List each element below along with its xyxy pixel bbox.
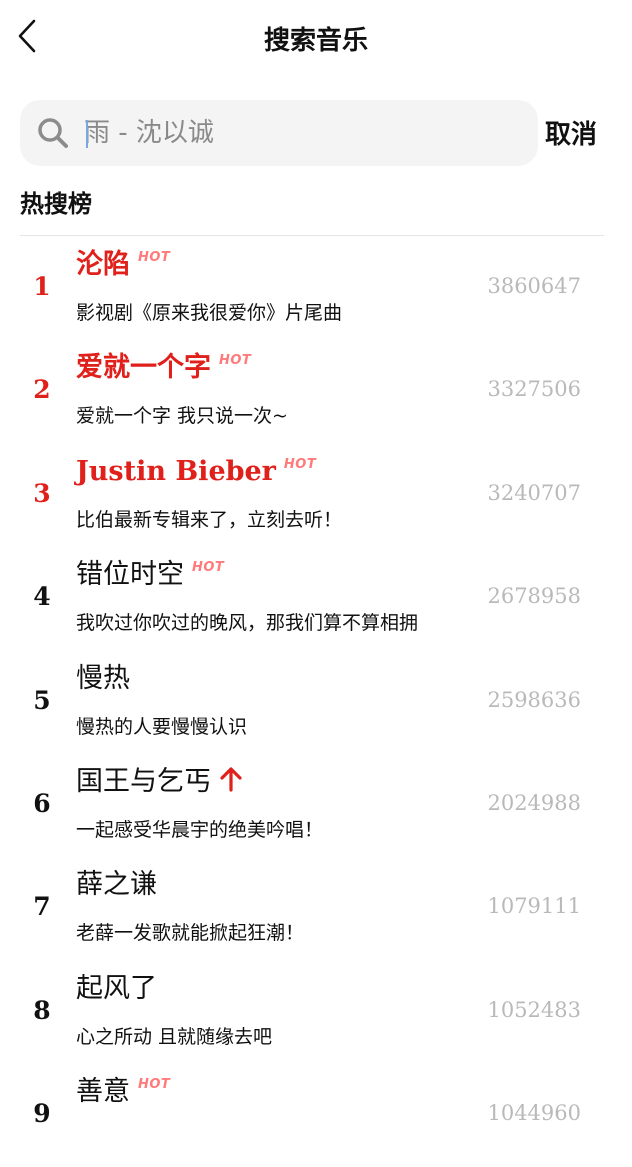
hot-search-item[interactable]: 8 起风了心之所动 且就随缘去吧 1052483 bbox=[0, 960, 632, 1063]
hot-search-item[interactable]: 4 错位时空 HOT 我吹过你吹过的晚风，那我们算不算相拥 2678958 bbox=[0, 546, 632, 649]
hot-search-item[interactable]: 9 善意 HOT 1044960 bbox=[0, 1063, 632, 1166]
up-arrow-icon bbox=[220, 767, 242, 792]
hot-search-item[interactable]: 2 爱就一个字 HOT 爱就一个字 我只说一次~ 3327506 bbox=[0, 339, 632, 442]
song-title-line: 起风了 bbox=[76, 972, 157, 1008]
hot-badge: HOT bbox=[138, 250, 171, 265]
song-title-line: 慢热 bbox=[76, 662, 130, 698]
song-description: 慢热的人要慢慢认识 bbox=[76, 715, 248, 738]
hot-badge: HOT bbox=[192, 560, 225, 576]
text-caret bbox=[86, 120, 88, 148]
rank-number: 5 bbox=[33, 685, 51, 715]
cancel-button[interactable]: 取消 bbox=[545, 114, 597, 151]
hot-search-item[interactable]: 5 慢热慢热的人要慢慢认识 2598636 bbox=[0, 650, 632, 753]
hot-search-item[interactable]: 1 沦陷 HOT 影视剧《原来我很爱你》片尾曲 3860647 bbox=[0, 236, 632, 339]
hot-badge: HOT bbox=[138, 1077, 171, 1093]
hot-search-list: 1 沦陷 HOT 影视剧《原来我很爱你》片尾曲 3860647 2 爱就一个字 HOT 爱就一个… bbox=[0, 236, 632, 1167]
song-title-line: 沦陷 HOT bbox=[76, 248, 170, 284]
song-description: 老薛一发歌就能掀起狂潮！ bbox=[76, 922, 305, 945]
search-count: 3327506 bbox=[487, 377, 581, 402]
song-title-line: 国王与乞丐 bbox=[76, 765, 243, 801]
song-name: 爱就一个字 bbox=[76, 352, 211, 384]
song-name: 错位时空 bbox=[76, 559, 184, 591]
search-count: 3860647 bbox=[487, 274, 581, 298]
hot-badge: HOT bbox=[219, 353, 252, 369]
rank-number: 9 bbox=[33, 1099, 51, 1129]
search-count: 1079111 bbox=[487, 894, 581, 919]
song-title-line: 错位时空 HOT bbox=[76, 558, 224, 594]
song-description: 比伯最新专辑来了，立刻去听！ bbox=[76, 508, 343, 531]
rank-number: 6 bbox=[33, 788, 51, 818]
search-count: 1044960 bbox=[487, 1101, 581, 1126]
song-name: 沦陷 bbox=[76, 249, 130, 280]
rank-number: 3 bbox=[33, 478, 51, 508]
hot-search-item[interactable]: 7 薛之谦老薛一发歌就能掀起狂潮！ 1079111 bbox=[0, 856, 632, 959]
song-name: 薛之谦 bbox=[76, 869, 157, 901]
rank-number: 1 bbox=[33, 272, 51, 301]
song-description: 影视剧《原来我很爱你》片尾曲 bbox=[76, 302, 343, 324]
search-row: 取消 bbox=[0, 98, 632, 170]
header-bar: 搜索音乐 bbox=[0, 0, 632, 76]
page-title: 搜索音乐 bbox=[263, 26, 368, 56]
hot-search-item[interactable]: 6 国王与乞丐一起感受华晨宇的绝美吟唱！ 2024988 bbox=[0, 753, 632, 856]
song-title-line: Justin Bieber HOT bbox=[76, 455, 316, 491]
song-name: 善意 bbox=[76, 1076, 130, 1108]
song-name: 慢热 bbox=[76, 662, 130, 694]
hot-search-title: 热搜榜 bbox=[20, 189, 92, 218]
rank-number: 2 bbox=[33, 375, 51, 405]
search-count: 2024988 bbox=[487, 790, 581, 815]
hot-search-item[interactable]: 3 Justin Bieber HOT 比伯最新专辑来了，立刻去听！ 3240707 bbox=[0, 443, 632, 546]
search-count: 1052483 bbox=[487, 997, 581, 1022]
song-description: 爱就一个字 我只说一次~ bbox=[76, 405, 288, 428]
search-box[interactable] bbox=[20, 100, 538, 166]
search-input[interactable] bbox=[84, 110, 514, 156]
rank-number: 7 bbox=[33, 892, 51, 922]
search-icon bbox=[38, 118, 68, 148]
search-count: 2678958 bbox=[487, 584, 581, 609]
song-name: Justin Bieber bbox=[76, 455, 276, 487]
search-count: 2598636 bbox=[487, 687, 581, 712]
song-title-line: 薛之谦 bbox=[76, 868, 157, 904]
song-description: 我吹过你吹过的晚风，那我们算不算相拥 bbox=[76, 612, 419, 635]
rank-number: 4 bbox=[33, 582, 51, 612]
song-name: 起风了 bbox=[76, 972, 157, 1004]
song-description: 心之所动 且就随缘去吧 bbox=[76, 1025, 273, 1048]
song-title-line: 爱就一个字 HOT bbox=[76, 351, 251, 387]
song-title-line: 善意 HOT bbox=[76, 1075, 170, 1111]
search-count: 3240707 bbox=[487, 480, 581, 505]
song-name: 国王与乞丐 bbox=[76, 765, 211, 797]
hot-badge: HOT bbox=[283, 456, 317, 472]
song-description: 一起感受华晨宇的绝美吟唱！ bbox=[76, 818, 324, 841]
rank-number: 8 bbox=[33, 995, 51, 1025]
